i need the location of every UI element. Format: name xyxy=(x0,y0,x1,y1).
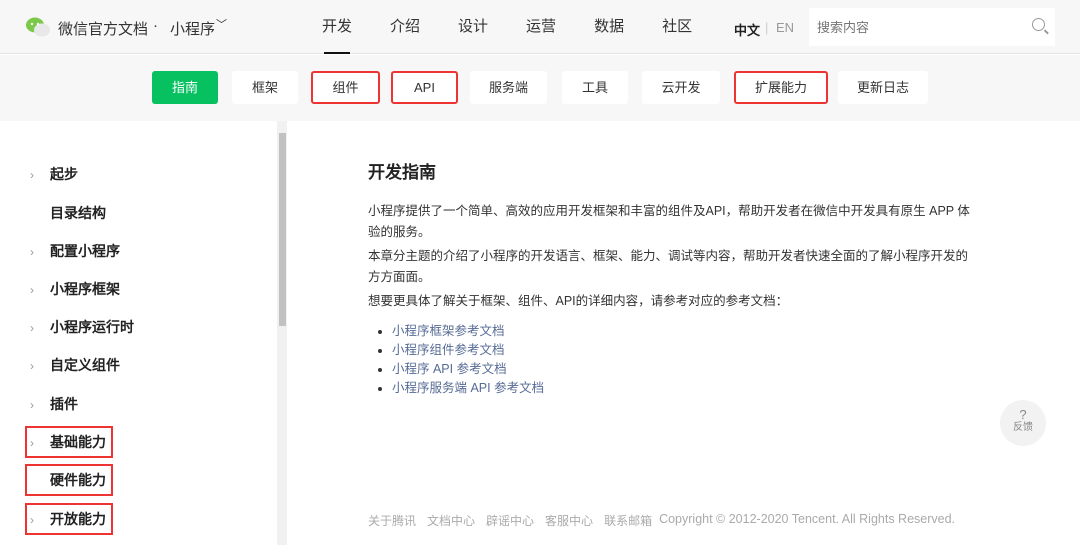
link-components-ref[interactable]: 小程序组件参考文档 xyxy=(392,341,978,360)
reference-links: 小程序框架参考文档 小程序组件参考文档 小程序 API 参考文档 小程序服务端 … xyxy=(368,322,978,398)
tab-components[interactable]: 组件 xyxy=(311,71,380,104)
sidebar-item-custom-components[interactable]: › 自定义组件 xyxy=(30,350,120,380)
sidebar-item-config[interactable]: › 配置小程序 xyxy=(30,236,120,266)
sidebar-item-hardware[interactable]: 硬件能力 xyxy=(25,464,113,496)
product-selector[interactable]: 小程序 xyxy=(170,18,215,39)
feedback-button[interactable]: ? 反馈 xyxy=(1000,400,1046,446)
sidebar-item-plugins[interactable]: › 插件 xyxy=(30,389,78,419)
reference-paragraph: 想要更具体了解关于框架、组件、API的详细内容，请参考对应的参考文档： xyxy=(368,294,789,308)
footer-link-docs[interactable]: 文档中心 xyxy=(427,512,475,529)
sidebar-item-label: 小程序运行时 xyxy=(50,319,134,335)
nav-intro[interactable]: 介绍 xyxy=(380,0,430,54)
sidebar-item-directory[interactable]: 目录结构 xyxy=(30,198,106,228)
sidebar-item-label: 目录结构 xyxy=(50,205,106,221)
lang-zh[interactable]: 中文 xyxy=(734,20,760,39)
wechat-logo-icon xyxy=(26,17,50,37)
nav-dev[interactable]: 开发 xyxy=(312,0,362,54)
footer-link-support[interactable]: 客服中心 xyxy=(545,512,593,529)
tab-changelog[interactable]: 更新日志 xyxy=(838,71,928,104)
chevron-down-icon[interactable]: ﹀ xyxy=(216,16,227,32)
footer: 关于腾讯 文档中心 辟谣中心 客服中心 联系邮箱 Copyright © 201… xyxy=(368,512,955,529)
copyright: Copyright © 2012-2020 Tencent. All Right… xyxy=(659,512,956,526)
chevron-right-icon: › xyxy=(30,398,34,412)
search-input[interactable] xyxy=(809,8,1055,46)
scrollbar-thumb[interactable] xyxy=(279,133,286,326)
top-header: 微信官方文档 · 小程序 ﹀ 开发 介绍 设计 运营 数据 社区 中文 | EN xyxy=(0,0,1080,54)
sidebar-item-getting-started[interactable]: › 起步 xyxy=(30,159,78,189)
separator: · xyxy=(153,17,158,34)
lang-en[interactable]: EN xyxy=(776,20,794,35)
tab-tools[interactable]: 工具 xyxy=(562,71,628,104)
chevron-right-icon: › xyxy=(30,359,34,373)
link-framework-ref[interactable]: 小程序框架参考文档 xyxy=(392,322,978,341)
sub-nav: 指南 框架 组件 API 服务端 工具 云开发 扩展能力 更新日志 xyxy=(0,55,1080,121)
intro-paragraph: 小程序提供了一个简单、高效的应用开发框架和丰富的组件及API，帮助开发者在微信中… xyxy=(368,204,970,239)
footer-link-rumor[interactable]: 辟谣中心 xyxy=(486,512,534,529)
chevron-right-icon: › xyxy=(30,168,34,182)
footer-link-email[interactable]: 联系邮箱 xyxy=(604,512,652,529)
nav-community[interactable]: 社区 xyxy=(652,0,702,54)
sidebar: › 起步 目录结构 › 配置小程序 › 小程序框架 › 小程序运行时 › 自定义组件 › 插… xyxy=(0,121,276,545)
sidebar-item-runtime[interactable]: › 小程序运行时 xyxy=(30,312,134,342)
nav-operations[interactable]: 运营 xyxy=(516,0,566,54)
feedback-label: 反馈 xyxy=(1013,422,1033,433)
sidebar-item-label: 自定义组件 xyxy=(50,357,120,373)
sidebar-item-basic-abilities[interactable]: › 基础能力 xyxy=(25,426,113,458)
footer-link-about[interactable]: 关于腾讯 xyxy=(368,512,416,529)
sidebar-item-label: 起步 xyxy=(50,166,78,182)
sidebar-item-label: 小程序框架 xyxy=(50,281,120,297)
tab-extensions[interactable]: 扩展能力 xyxy=(734,71,828,104)
chevron-right-icon: › xyxy=(30,283,34,297)
sidebar-item-label: 硬件能力 xyxy=(50,472,106,488)
main-content: 开发指南 小程序提供了一个简单、高效的应用开发框架和丰富的组件及API，帮助开发… xyxy=(368,158,978,398)
link-api-ref[interactable]: 小程序 API 参考文档 xyxy=(392,360,978,379)
chevron-right-icon: › xyxy=(30,321,34,335)
tab-framework[interactable]: 框架 xyxy=(232,71,298,104)
lang-divider: | xyxy=(765,20,769,35)
chevron-right-icon: › xyxy=(30,436,34,450)
sidebar-item-framework[interactable]: › 小程序框架 xyxy=(30,274,120,304)
brand-title[interactable]: 微信官方文档 xyxy=(58,18,148,39)
sidebar-item-label: 基础能力 xyxy=(50,434,106,450)
nav-design[interactable]: 设计 xyxy=(448,0,498,54)
sidebar-item-open-abilities[interactable]: › 开放能力 xyxy=(25,503,113,535)
chevron-right-icon: › xyxy=(30,513,34,527)
search-icon[interactable] xyxy=(1032,18,1045,31)
sidebar-item-label: 配置小程序 xyxy=(50,243,120,259)
sidebar-item-label: 插件 xyxy=(50,396,78,412)
question-icon: ? xyxy=(1019,407,1027,422)
link-server-api-ref[interactable]: 小程序服务端 API 参考文档 xyxy=(392,379,978,398)
sidebar-item-label: 开放能力 xyxy=(50,511,106,527)
chapter-paragraph: 本章分主题的介绍了小程序的开发语言、框架、能力、调试等内容，帮助开发者快速全面的… xyxy=(368,249,969,284)
tab-guide[interactable]: 指南 xyxy=(152,71,218,104)
nav-data[interactable]: 数据 xyxy=(584,0,634,54)
main-nav: 开发 介绍 设计 运营 数据 社区 xyxy=(312,0,720,54)
tab-server[interactable]: 服务端 xyxy=(470,71,547,104)
page-title: 开发指南 xyxy=(368,163,436,182)
tab-api[interactable]: API xyxy=(391,71,458,104)
tab-cloud[interactable]: 云开发 xyxy=(642,71,720,104)
chevron-right-icon: › xyxy=(30,245,34,259)
